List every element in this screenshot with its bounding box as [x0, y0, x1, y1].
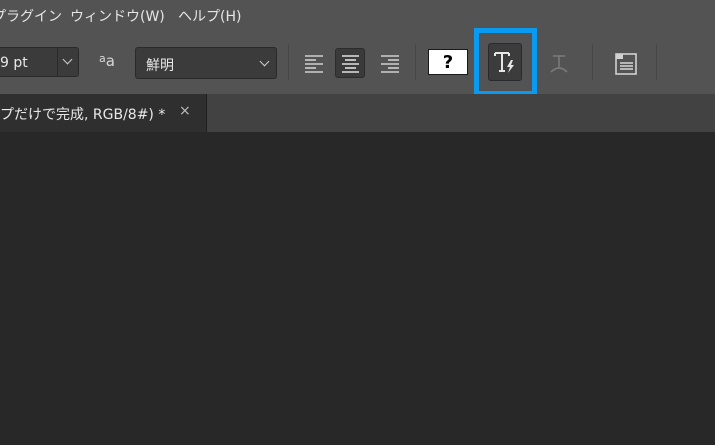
divider	[592, 44, 593, 80]
color-swatch-glyph: ?	[442, 52, 454, 73]
align-left-button[interactable]	[299, 48, 329, 78]
warp-text-icon	[550, 55, 568, 73]
document-tab-bar: プだけで完成, RGB/8#) * ×	[0, 94, 715, 132]
character-panel-button[interactable]	[611, 48, 641, 78]
field-divider	[57, 48, 58, 76]
warp-text-button[interactable]	[545, 48, 573, 78]
font-size-value: 9 pt	[0, 55, 28, 71]
menu-plugins[interactable]: プラグイン	[0, 6, 62, 26]
align-right-icon	[381, 55, 399, 73]
align-center-button[interactable]	[335, 48, 365, 78]
menu-bar: プラグイン ウィンドウ(W) ヘルプ(H)	[0, 0, 715, 30]
anti-alias-value: 鮮明	[146, 58, 174, 74]
divider	[656, 44, 657, 80]
aa-icon: aa	[99, 52, 115, 70]
divider	[288, 44, 289, 80]
align-left-icon	[305, 55, 323, 73]
canvas-area[interactable]	[0, 132, 715, 445]
character-panel-icon	[615, 53, 637, 75]
chevron-down-icon	[259, 56, 270, 67]
align-center-icon	[342, 55, 359, 73]
menu-window[interactable]: ウィンドウ(W)	[70, 6, 165, 26]
text-color-swatch[interactable]: ?	[428, 49, 468, 75]
menu-help[interactable]: ヘルプ(H)	[178, 6, 241, 26]
close-icon[interactable]: ×	[179, 103, 191, 119]
text-lightning-button[interactable]	[488, 43, 522, 81]
document-tab-label: プだけで完成, RGB/8#) *	[0, 107, 166, 123]
text-lightning-icon	[494, 52, 514, 73]
anti-alias-select[interactable]: 鮮明	[135, 47, 277, 79]
chevron-down-icon[interactable]	[62, 54, 73, 65]
font-size-field[interactable]: 9 pt	[0, 47, 79, 77]
document-tab[interactable]: プだけで完成, RGB/8#) * ×	[0, 94, 207, 132]
divider	[415, 44, 416, 80]
align-right-button[interactable]	[375, 48, 405, 78]
